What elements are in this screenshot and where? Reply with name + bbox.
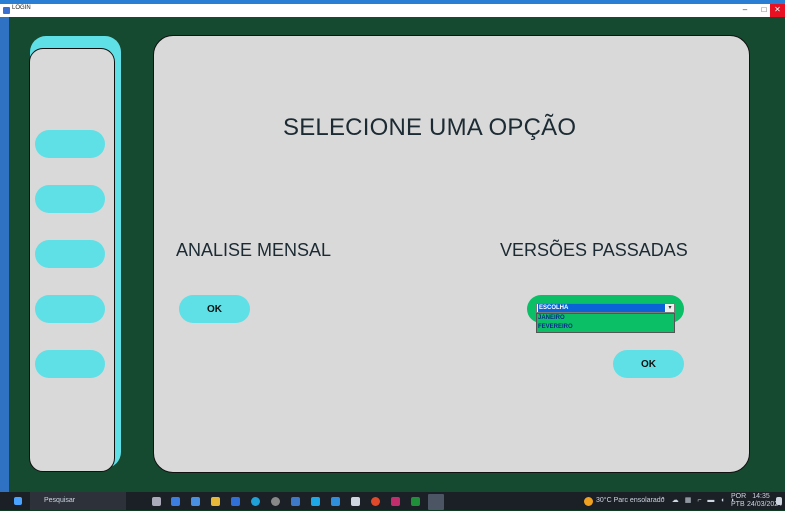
app-icon-light[interactable] xyxy=(351,497,360,506)
edge-icon[interactable] xyxy=(251,497,260,506)
app-icon-blue-2[interactable] xyxy=(291,497,300,506)
sidebar-button-5[interactable] xyxy=(35,350,105,378)
mail-icon[interactable] xyxy=(171,497,180,506)
system-tray-icons[interactable]: ⌃ ☁ ▦ ⌐ ▬ ◖ ◗ xyxy=(660,492,737,510)
weather-text[interactable]: 30°C Parc ensolarado xyxy=(596,492,665,510)
chevron-down-icon[interactable]: ▾ xyxy=(666,304,674,312)
language-indicator[interactable]: POR PTB xyxy=(731,492,746,511)
monthly-analysis-label: ANALISE MENSAL xyxy=(176,240,332,260)
taskbar-search-text: Pesquisar xyxy=(44,497,76,504)
version-select-value: ESCOLHA xyxy=(538,304,665,312)
dropdown-option-fevereiro[interactable]: FEVEREIRO xyxy=(537,323,674,332)
close-button[interactable]: ✕ xyxy=(770,4,785,17)
desktop-edge xyxy=(0,17,9,492)
store-icon[interactable] xyxy=(191,497,200,506)
window-titlebar: LOGIN – □ ✕ xyxy=(0,0,785,17)
clock-time: 14:35 xyxy=(752,493,770,500)
app-icon-magenta[interactable] xyxy=(391,497,400,506)
taskbar-search-box[interactable]: Pesquisar xyxy=(30,492,126,510)
app-icon-gray[interactable] xyxy=(271,497,280,506)
past-versions-label: VERSÕES PASSADAS xyxy=(500,240,688,260)
task-view-icon[interactable] xyxy=(152,497,161,506)
windows-start-icon[interactable] xyxy=(14,497,22,505)
sidebar-button-2[interactable] xyxy=(35,185,105,213)
past-versions-ok-button[interactable]: OK xyxy=(613,350,684,378)
app-icon xyxy=(3,7,10,14)
notification-icon[interactable] xyxy=(776,497,782,505)
excel-icon[interactable] xyxy=(411,497,420,506)
version-dropdown-list: JANEIRO FEVEREIRO xyxy=(536,313,675,333)
page-title: SELECIONE UMA OPÇÃO xyxy=(283,114,577,141)
window-title: LOGIN xyxy=(12,5,31,11)
file-explorer-icon[interactable] xyxy=(211,497,220,506)
app-icon-cyan[interactable] xyxy=(311,497,320,506)
keyboard-code: PTB xyxy=(731,501,745,508)
dropdown-option-janeiro[interactable]: JANEIRO xyxy=(537,314,674,323)
sidebar-button-1[interactable] xyxy=(35,130,105,158)
app-icon-red[interactable] xyxy=(371,497,380,506)
app-icon-blue[interactable] xyxy=(231,497,240,506)
version-select[interactable]: ESCOLHA ▾ xyxy=(536,303,675,313)
monthly-analysis-ok-button[interactable]: OK xyxy=(179,295,250,323)
vscode-icon[interactable] xyxy=(331,497,340,506)
sidebar-button-3[interactable] xyxy=(35,240,105,268)
sidebar-button-4[interactable] xyxy=(35,295,105,323)
minimize-button[interactable]: – xyxy=(736,4,754,17)
language-code: POR xyxy=(731,493,747,500)
active-app-icon[interactable] xyxy=(428,494,444,510)
taskbar: Pesquisar 30°C Parc ensolarado ⌃ ☁ ▦ ⌐ ▬… xyxy=(0,492,785,510)
clock[interactable]: 14:35 24/03/2024 xyxy=(747,492,782,511)
weather-icon xyxy=(584,497,593,506)
